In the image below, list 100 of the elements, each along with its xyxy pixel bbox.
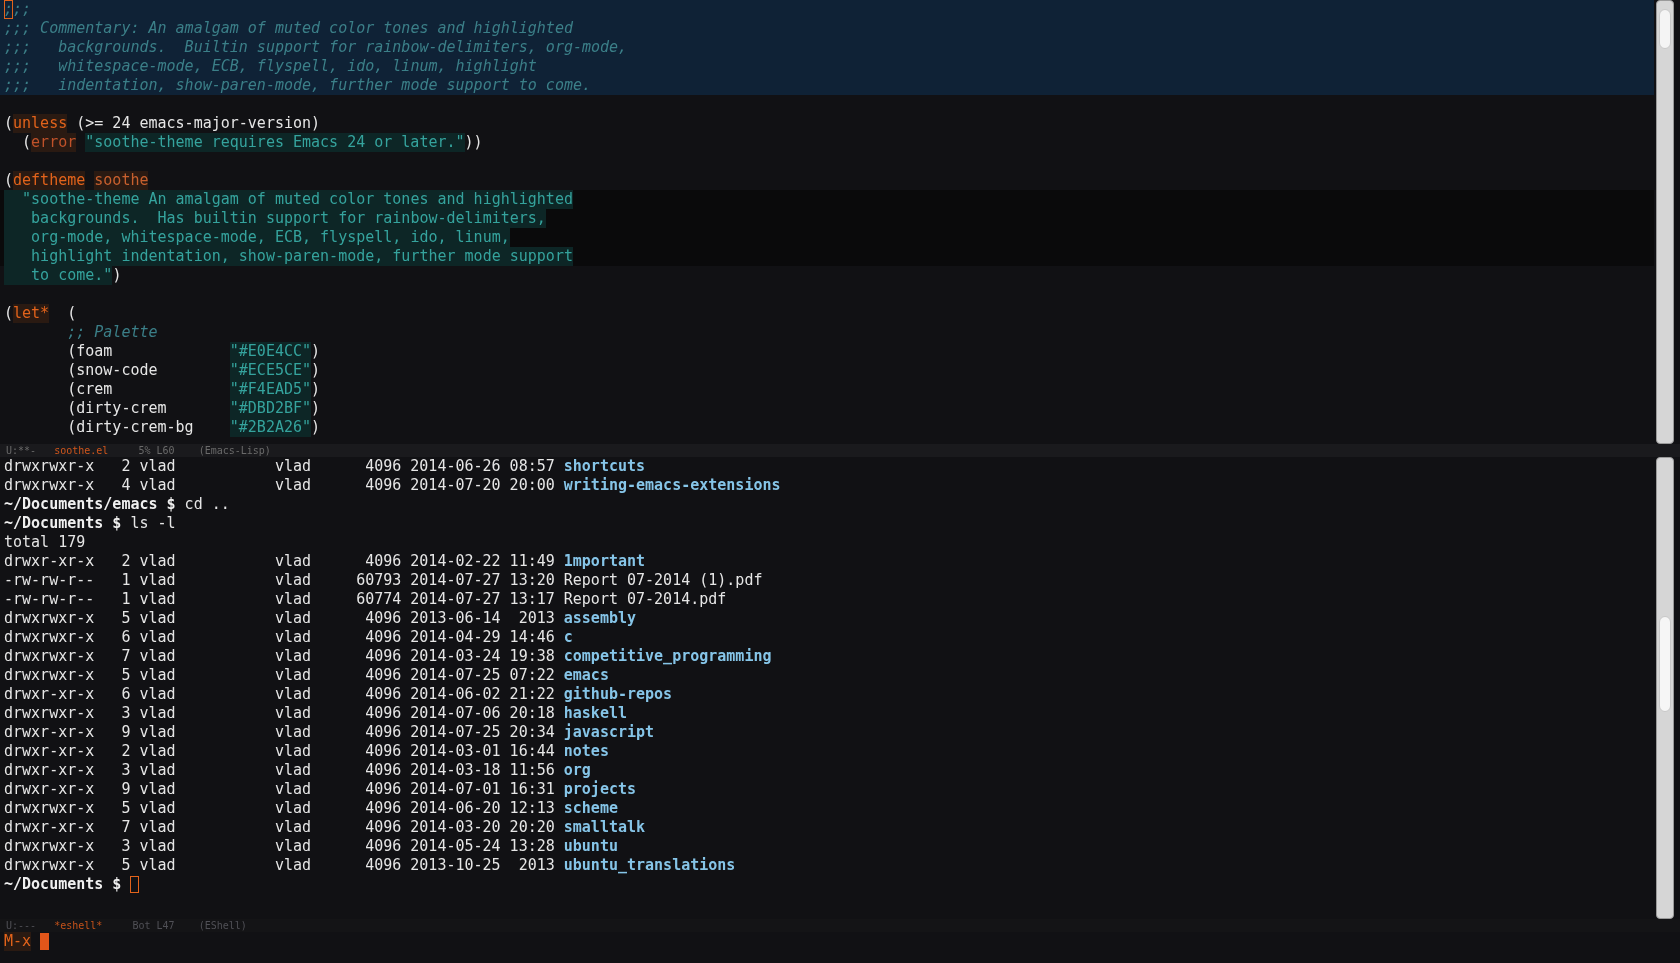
permissions-text: drwxrwxr-x xyxy=(4,856,95,875)
group-text: vlad xyxy=(274,571,312,590)
link-count: 6 xyxy=(120,685,131,704)
minibuffer-prompt: M-x xyxy=(4,932,32,951)
owner-text: vlad xyxy=(139,742,177,761)
group-text: vlad xyxy=(274,476,312,495)
link-count: 2 xyxy=(120,457,131,476)
file-size: 4096 xyxy=(364,742,402,761)
file-size: 4096 xyxy=(364,818,402,837)
file-size: 4096 xyxy=(364,628,402,647)
link-count: 1 xyxy=(120,590,131,609)
permissions-text: -rw-rw-r-- xyxy=(4,571,95,590)
directory-name: org xyxy=(563,761,591,780)
owner-text: vlad xyxy=(139,647,177,666)
file-size: 4096 xyxy=(364,723,402,742)
scrollbar-thumb[interactable] xyxy=(1659,616,1671,712)
scrollbar-thumb[interactable] xyxy=(1659,9,1671,49)
file-size: 4096 xyxy=(364,780,402,799)
shell-output: total 179 xyxy=(4,533,86,552)
permissions-text: drwxrwxr-x xyxy=(4,476,95,495)
file-size: 4096 xyxy=(364,457,402,476)
group-text: vlad xyxy=(274,780,312,799)
permissions-text: drwxr-xr-x xyxy=(4,723,95,742)
link-count: 3 xyxy=(120,837,131,856)
group-text: vlad xyxy=(274,723,312,742)
code-text: ) xyxy=(112,266,122,285)
date-text: 2013-10-25 xyxy=(410,856,501,875)
shell-command: ls -l xyxy=(130,514,176,533)
date-text: 2014-07-27 xyxy=(410,571,501,590)
file-size: 60774 xyxy=(355,590,402,609)
code-text: (foam xyxy=(66,342,114,361)
owner-text: vlad xyxy=(139,666,177,685)
group-text: vlad xyxy=(274,628,312,647)
code-text: (snow-code xyxy=(66,361,159,380)
link-count: 7 xyxy=(120,818,131,837)
code-text: ) xyxy=(311,361,321,380)
keyword: unless xyxy=(13,114,68,133)
owner-text: vlad xyxy=(139,856,177,875)
code-text: ( xyxy=(4,171,14,190)
keyword: let* xyxy=(13,304,50,323)
major-mode: (Emacs-Lisp) xyxy=(198,444,271,457)
code-text: (crem xyxy=(66,380,114,399)
modeline-position: 5% L60 xyxy=(138,444,175,457)
permissions-text: drwxr-xr-x xyxy=(4,780,95,799)
date-text: 2014-07-06 xyxy=(410,704,501,723)
date-text: 2014-07-01 xyxy=(410,780,501,799)
permissions-text: drwxr-xr-x xyxy=(4,818,95,837)
string-literal: "soothe-theme An amalgam of muted color tones and highlighted xyxy=(4,190,573,209)
buffer-name: soothe.el xyxy=(54,444,109,457)
directory-name: c xyxy=(563,628,573,647)
date-text: 2014-02-22 xyxy=(410,552,501,571)
scrollbar[interactable] xyxy=(1656,0,1674,444)
directory-name: javascript xyxy=(563,723,655,742)
time-text: 12:13 xyxy=(509,799,555,818)
code-text: )) xyxy=(464,133,483,152)
shell-prompt: ~/Documents $ xyxy=(4,875,122,894)
code-text: ( xyxy=(21,133,32,152)
file-size: 4096 xyxy=(364,552,402,571)
file-size: 4096 xyxy=(364,704,402,723)
date-text: 2014-07-27 xyxy=(410,590,501,609)
group-text: vlad xyxy=(274,818,312,837)
time-text: 2013 xyxy=(517,609,555,628)
directory-name: ubuntu_translations xyxy=(563,856,736,875)
owner-text: vlad xyxy=(139,685,177,704)
link-count: 9 xyxy=(120,780,131,799)
file-size: 4096 xyxy=(364,666,402,685)
permissions-text: drwxr-xr-x xyxy=(4,685,95,704)
owner-text: vlad xyxy=(139,628,177,647)
modeline-state: U:**- xyxy=(6,444,37,457)
group-text: vlad xyxy=(274,799,312,818)
permissions-text: drwxrwxr-x xyxy=(4,457,95,476)
time-text: 19:38 xyxy=(509,647,555,666)
time-text: 16:31 xyxy=(509,780,555,799)
code-text: ( xyxy=(66,304,77,323)
group-text: vlad xyxy=(274,457,312,476)
owner-text: vlad xyxy=(139,780,177,799)
time-text: 13:28 xyxy=(509,837,555,856)
date-text: 2014-06-26 xyxy=(410,457,501,476)
file-name: Report 07-2014.pdf xyxy=(563,590,727,609)
string-literal: "soothe-theme requires Emacs 24 or later." xyxy=(85,133,465,152)
group-text: vlad xyxy=(274,685,312,704)
link-count: 2 xyxy=(120,552,131,571)
major-mode: (EShell) xyxy=(198,919,247,932)
link-count: 4 xyxy=(120,476,131,495)
string-literal: "#2B2A26" xyxy=(229,418,312,437)
time-text: 13:17 xyxy=(509,590,555,609)
code-text: (>= 24 emacs-major-version) xyxy=(75,114,321,133)
group-text: vlad xyxy=(274,837,312,856)
code-text: ( xyxy=(4,304,14,323)
directory-name: shortcuts xyxy=(563,457,646,476)
builtin-name: error xyxy=(31,133,77,152)
owner-text: vlad xyxy=(139,837,177,856)
owner-text: vlad xyxy=(139,571,177,590)
permissions-text: drwxrwxr-x xyxy=(4,666,95,685)
scrollbar[interactable] xyxy=(1656,457,1674,919)
group-text: vlad xyxy=(274,742,312,761)
link-count: 7 xyxy=(120,647,131,666)
owner-text: vlad xyxy=(139,476,177,495)
date-text: 2014-07-25 xyxy=(410,723,501,742)
code-text: ) xyxy=(311,342,321,361)
